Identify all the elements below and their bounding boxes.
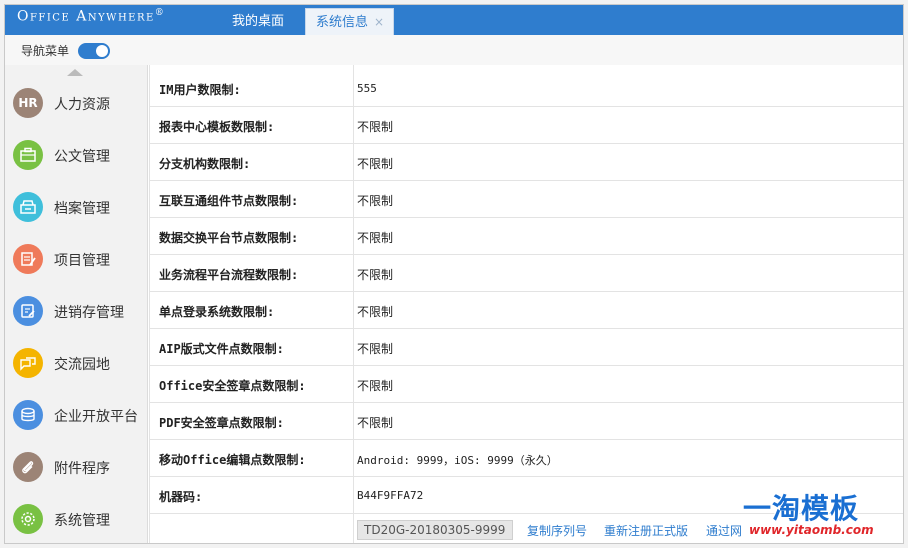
table-row: 数据交换平台节点数限制: 不限制 bbox=[149, 218, 903, 255]
row-value: 不限制 bbox=[357, 194, 394, 208]
table-row: 分支机构数限制: 不限制 bbox=[149, 144, 903, 181]
register-via-network-link[interactable]: 通过网 bbox=[706, 522, 742, 539]
copy-serial-link[interactable]: 复制序列号 bbox=[527, 522, 587, 539]
sidebar-item-label: 进销存管理 bbox=[54, 305, 124, 321]
sidebar-item-label: 公文管理 bbox=[54, 149, 110, 165]
row-key: 数据交换平台节点数限制: bbox=[159, 231, 299, 245]
reregister-link[interactable]: 重新注册正式版 bbox=[604, 522, 688, 539]
sidebar-item-open-platform[interactable]: 企业开放平台 bbox=[5, 391, 148, 441]
project-icon bbox=[13, 244, 43, 274]
row-value: 不限制 bbox=[357, 120, 394, 134]
table-row: 单点登录系统数限制: 不限制 bbox=[149, 292, 903, 329]
sidebar-item-label: 附件程序 bbox=[54, 461, 110, 477]
table-row: PDF安全签章点数限制: 不限制 bbox=[149, 403, 903, 440]
watermark-logo: 一淘模板 www.yitaomb.com bbox=[743, 492, 876, 537]
scroll-up-icon[interactable] bbox=[67, 69, 83, 76]
top-bar: Office Anywhere® 我的桌面 系统信息 × bbox=[5, 5, 903, 35]
table-row: Office安全签章点数限制: 不限制 bbox=[149, 366, 903, 403]
toggle-knob bbox=[96, 45, 108, 57]
sidebar-item-system[interactable]: 系统管理 bbox=[5, 495, 148, 543]
sidebar-item-label: 人力资源 bbox=[54, 97, 110, 113]
table-row: 业务流程平台流程数限制: 不限制 bbox=[149, 255, 903, 292]
sidebar: HR 人力资源 公文管理 档案管理 项目管理 进销存管理 交流园地 企业开放平台… bbox=[5, 65, 148, 543]
sidebar-item-label: 档案管理 bbox=[54, 201, 110, 217]
inventory-icon bbox=[13, 296, 43, 326]
row-key: PDF安全签章点数限制: bbox=[159, 416, 284, 430]
row-value: 不限制 bbox=[357, 305, 394, 319]
open-platform-icon bbox=[13, 400, 43, 430]
row-key: 单点登录系统数限制: bbox=[159, 305, 275, 319]
close-icon[interactable]: × bbox=[374, 9, 384, 36]
sidebar-item-projects[interactable]: 项目管理 bbox=[5, 235, 148, 285]
row-value: Android: 9999，iOS: 9999（永久） bbox=[357, 454, 558, 467]
row-key: 互联互通组件节点数限制: bbox=[159, 194, 299, 208]
chat-icon bbox=[13, 348, 43, 378]
table-row: 移动Office编辑点数限制: Android: 9999，iOS: 9999（… bbox=[149, 440, 903, 477]
tab-system-info[interactable]: 系统信息 × bbox=[305, 8, 394, 35]
sidebar-item-hr[interactable]: HR 人力资源 bbox=[5, 79, 148, 129]
sidebar-item-archives[interactable]: 档案管理 bbox=[5, 183, 148, 233]
row-value: B44F9FFA72 bbox=[357, 489, 424, 502]
row-value: 不限制 bbox=[357, 416, 394, 430]
row-value: 不限制 bbox=[357, 379, 394, 393]
row-value: 不限制 bbox=[357, 342, 394, 356]
hr-icon: HR bbox=[13, 88, 43, 118]
row-key: 分支机构数限制: bbox=[159, 157, 251, 171]
row-key: 移动Office编辑点数限制: bbox=[159, 453, 306, 467]
row-key: AIP版式文件点数限制: bbox=[159, 342, 284, 356]
row-key: 机器码: bbox=[159, 490, 203, 504]
brand-logo: Office Anywhere® bbox=[17, 8, 166, 25]
paperclip-icon bbox=[13, 452, 43, 482]
app-window: Office Anywhere® 我的桌面 系统信息 × 导航菜单 HR 人力资… bbox=[4, 4, 904, 544]
nav-toggle-row: 导航菜单 bbox=[5, 35, 903, 65]
sidebar-item-inventory[interactable]: 进销存管理 bbox=[5, 287, 148, 337]
system-info-table: IM用户数限制: 555 报表中心模板数限制: 不限制 分支机构数限制: 不限制… bbox=[149, 65, 903, 543]
row-key: 报表中心模板数限制: bbox=[159, 120, 275, 134]
row-value: 不限制 bbox=[357, 231, 394, 245]
row-key: Office安全签章点数限制: bbox=[159, 379, 306, 393]
sidebar-item-label: 系统管理 bbox=[54, 513, 110, 529]
row-value: 不限制 bbox=[357, 157, 394, 171]
table-row: IM用户数限制: 555 bbox=[149, 70, 903, 107]
tab-my-desktop[interactable]: 我的桌面 bbox=[211, 8, 305, 35]
sidebar-item-attachments[interactable]: 附件程序 bbox=[5, 443, 148, 493]
nav-toggle-label: 导航菜单 bbox=[21, 44, 70, 58]
sidebar-item-label: 交流园地 bbox=[54, 357, 110, 373]
sidebar-item-label: 项目管理 bbox=[54, 253, 110, 269]
tab-label: 系统信息 bbox=[316, 15, 369, 30]
table-row: 互联互通组件节点数限制: 不限制 bbox=[149, 181, 903, 218]
archive-icon bbox=[13, 192, 43, 222]
serial-number-field[interactable]: TD20G-20180305-9999 bbox=[357, 520, 513, 540]
row-value: 不限制 bbox=[357, 268, 394, 282]
row-value: 555 bbox=[357, 82, 377, 95]
row-key: 业务流程平台流程数限制: bbox=[159, 268, 299, 282]
nav-menu-toggle[interactable] bbox=[78, 43, 110, 59]
briefcase-icon bbox=[13, 140, 43, 170]
sidebar-item-community[interactable]: 交流园地 bbox=[5, 339, 148, 389]
table-row: AIP版式文件点数限制: 不限制 bbox=[149, 329, 903, 366]
gear-icon bbox=[13, 504, 43, 534]
sidebar-item-documents[interactable]: 公文管理 bbox=[5, 131, 148, 181]
table-row: 报表中心模板数限制: 不限制 bbox=[149, 107, 903, 144]
row-key: IM用户数限制: bbox=[159, 83, 241, 97]
sidebar-item-label: 企业开放平台 bbox=[54, 409, 138, 425]
